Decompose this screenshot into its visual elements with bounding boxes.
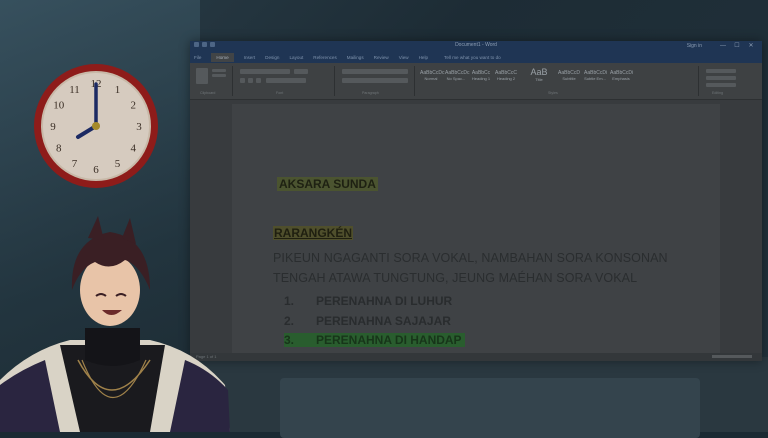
clock-numeral: 9 — [50, 121, 56, 133]
styles-group: AaBbCcDc Normal AaBbCcDc No Spac... AaBbCc… — [418, 66, 699, 96]
ribbon: Clipboard Font Paragraph AaBbCcDc Normal … — [190, 63, 762, 100]
clock-numeral: 8 — [56, 143, 62, 155]
list-buttons[interactable] — [342, 69, 408, 74]
ribbon-tabs: File Home Insert Design Layout Reference… — [190, 51, 762, 63]
style-emphasis[interactable]: AaBbCcDi Emphasis — [610, 70, 633, 86]
clock-numeral: 2 — [130, 100, 136, 112]
style-normal[interactable]: AaBbCcDc Normal — [420, 70, 444, 86]
tell-me-search[interactable]: Tell me what you want to do — [444, 55, 501, 60]
doc-heading-aksara[interactable]: AKSARA SUNDA — [277, 177, 378, 191]
underline-icon[interactable] — [256, 78, 261, 83]
tab-layout[interactable]: Layout — [289, 55, 303, 60]
tab-insert[interactable]: Insert — [244, 55, 256, 60]
window-title: Document1 - Word — [455, 42, 497, 48]
group-label: Clipboard — [200, 91, 216, 95]
title-bar: Document1 - Word Sign in — ☐ ✕ — [190, 41, 762, 51]
clock-numeral: 1 — [115, 84, 121, 96]
clock-numeral: 5 — [115, 158, 121, 170]
bold-icon[interactable] — [240, 78, 245, 83]
tab-references[interactable]: References — [313, 55, 337, 60]
word-window: Document1 - Word Sign in — ☐ ✕ File Home… — [190, 41, 762, 361]
replace-button[interactable] — [706, 76, 736, 80]
group-label: Paragraph — [362, 91, 379, 95]
style-no-spacing[interactable]: AaBbCcDc No Spac... — [445, 70, 469, 86]
close-button[interactable]: ✕ — [746, 42, 756, 50]
group-label: Styles — [548, 91, 558, 95]
status-bar: Page 1 of 1 — [190, 353, 762, 361]
style-subtle-emphasis[interactable]: AaBbCcDi Subtle Em... — [584, 70, 607, 86]
sign-in-link[interactable]: Sign in — [687, 43, 702, 49]
tab-mailings[interactable]: Mailings — [347, 55, 364, 60]
tab-design[interactable]: Design — [265, 55, 279, 60]
clock-numeral: 6 — [93, 164, 99, 176]
tab-help[interactable]: Help — [419, 55, 428, 60]
alignment-buttons[interactable] — [342, 78, 408, 83]
desk-surface — [280, 378, 700, 438]
style-subtitle[interactable]: AaBbCcD Subtitle — [558, 70, 580, 86]
minimize-button[interactable]: — — [718, 42, 728, 50]
style-heading1[interactable]: AaBbCc Heading 1 — [470, 70, 492, 86]
clock-numeral: 3 — [136, 121, 142, 133]
style-heading2[interactable]: AaBbCcC Heading 2 — [495, 70, 517, 86]
clock-numeral: 4 — [130, 143, 136, 155]
zoom-slider[interactable] — [712, 355, 752, 358]
font-name-select[interactable] — [240, 69, 290, 74]
font-size-select[interactable] — [294, 69, 308, 74]
select-button[interactable] — [706, 83, 736, 87]
group-label: Editing — [712, 91, 723, 95]
doc-heading-rarangken[interactable]: RARANGKÉN — [273, 226, 353, 240]
list-item[interactable]: 1. PERENAHNA DI LUHUR — [284, 294, 452, 308]
cut-button[interactable] — [212, 69, 226, 72]
font-group: Font — [236, 66, 335, 96]
doc-paragraph[interactable]: PIKEUN NGAGANTI SORA VOKAL, NAMBAHAN SOR… — [273, 248, 693, 288]
group-label: Font — [276, 91, 284, 95]
paragraph-group: Paragraph — [338, 66, 415, 96]
copy-button[interactable] — [212, 74, 226, 77]
clock-numeral: 7 — [72, 158, 78, 170]
italic-icon[interactable] — [248, 78, 253, 83]
editing-group: Editing — [702, 66, 752, 96]
paste-button[interactable] — [196, 68, 208, 84]
wall-clock: 121234567891011 — [34, 64, 158, 188]
clock-numeral: 10 — [53, 100, 65, 112]
list-item[interactable]: 2. PERENAHNA SAJAJAR — [284, 314, 451, 328]
vtuber-avatar — [0, 216, 230, 432]
style-title[interactable]: AaB Title — [528, 67, 550, 83]
clipboard-group: Clipboard — [192, 66, 233, 96]
clock-numeral: 11 — [69, 84, 80, 96]
tab-review[interactable]: Review — [374, 55, 389, 60]
font-effects-toolbar[interactable] — [266, 78, 306, 83]
find-button[interactable] — [706, 69, 736, 73]
list-item[interactable]: 3. PERENAHNA DI HANDAP — [284, 333, 465, 347]
maximize-button[interactable]: ☐ — [732, 42, 742, 50]
tab-home[interactable]: Home — [211, 52, 234, 62]
tab-view[interactable]: View — [399, 55, 409, 60]
tab-file[interactable]: File — [194, 55, 201, 60]
